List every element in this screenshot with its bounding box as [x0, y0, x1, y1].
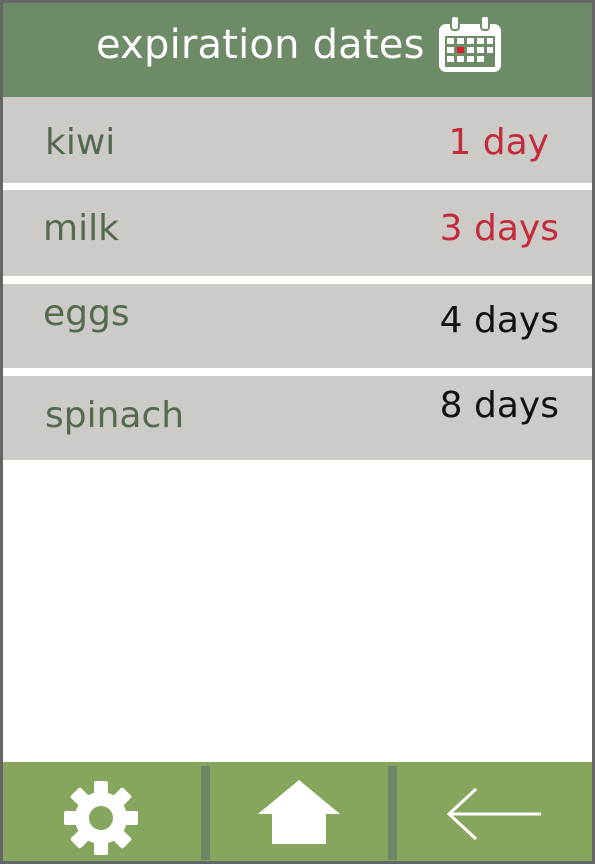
item-name: milk: [43, 208, 119, 249]
item-days-remaining: 1 day: [448, 122, 549, 163]
item-name: eggs: [43, 293, 130, 334]
item-days-remaining: 8 days: [439, 385, 559, 426]
home-button[interactable]: [210, 766, 388, 860]
app-header: expiration dates: [0, 0, 595, 97]
list-item[interactable]: spinach 8 days: [3, 376, 592, 460]
item-name: spinach: [45, 395, 185, 436]
item-name: kiwi: [45, 122, 116, 163]
settings-button[interactable]: [3, 766, 201, 860]
item-days-remaining: 3 days: [439, 208, 559, 249]
nav-divider: [201, 766, 210, 860]
list-item[interactable]: eggs 4 days: [3, 284, 592, 368]
list-item[interactable]: kiwi 1 day: [3, 97, 592, 183]
item-days-remaining: 4 days: [439, 300, 559, 341]
page-title: expiration dates: [96, 22, 425, 68]
calendar-icon[interactable]: [437, 15, 503, 74]
nav-divider: [388, 766, 397, 860]
back-button[interactable]: [397, 766, 592, 860]
list-item[interactable]: milk 3 days: [3, 190, 592, 276]
